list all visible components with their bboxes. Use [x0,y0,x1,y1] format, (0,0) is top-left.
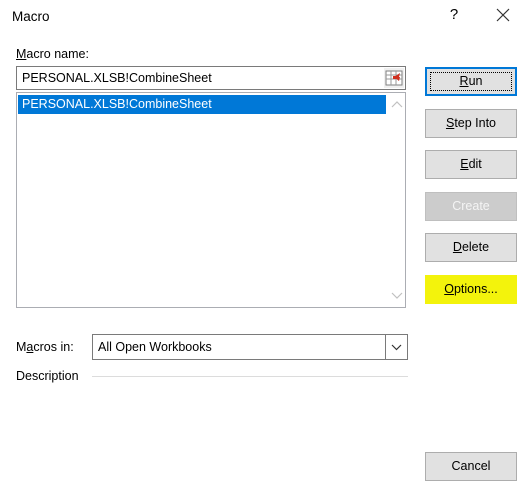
focus-ring [430,72,512,91]
collapse-dialog-button[interactable] [384,68,404,88]
create-button: Create [425,192,517,221]
chevron-down-icon[interactable] [385,335,407,359]
cancel-button[interactable]: Cancel [425,452,517,481]
range-selector-icon [385,70,403,86]
step-into-button[interactable]: Step Into [425,109,517,138]
scroll-down-icon[interactable] [389,287,405,303]
scroll-up-icon[interactable] [389,97,405,113]
macro-name-input[interactable]: PERSONAL.XLSB!CombineSheet [16,66,406,90]
delete-button[interactable]: Delete [425,233,517,262]
help-icon[interactable]: ? [444,3,464,27]
edit-button[interactable]: Edit [425,150,517,179]
macro-name-label: Macro name: [16,47,89,61]
macro-list[interactable]: PERSONAL.XLSB!CombineSheet [16,92,406,308]
description-label: Description [16,369,79,383]
macros-in-selected: All Open Workbooks [98,340,212,354]
macros-in-dropdown[interactable]: All Open Workbooks [92,334,408,360]
options-button[interactable]: Options... [425,275,517,304]
window-title: Macro [12,9,50,24]
macro-list-item-selected[interactable]: PERSONAL.XLSB!CombineSheet [18,95,386,114]
run-button[interactable]: Run [425,67,517,96]
macros-in-label: Macros in: [16,340,74,354]
description-divider [92,376,408,377]
close-icon[interactable] [492,3,516,27]
